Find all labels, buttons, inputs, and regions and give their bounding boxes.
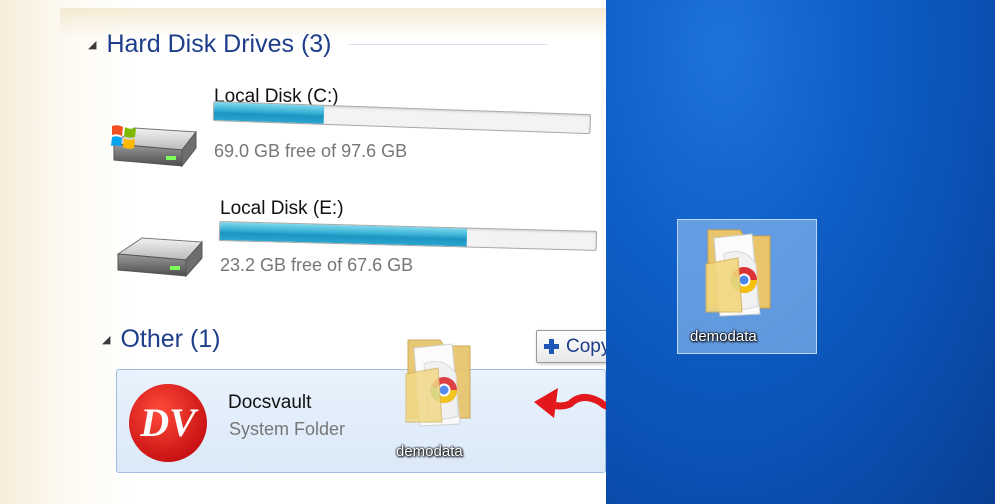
group-title: Hard Disk Drives (3) — [106, 30, 332, 58]
desktop-folder-label: demodata — [690, 328, 757, 345]
drive-usage-bar — [212, 101, 592, 135]
drive-free-space: 23.2 GB free of 67.6 GB — [220, 255, 414, 275]
drive-free-space: 69.0 GB free of 97.6 GB — [214, 141, 408, 161]
dragged-folder-icon — [405, 339, 471, 427]
dragged-folder-label: demodata — [396, 443, 463, 460]
group-divider — [347, 44, 548, 45]
item-subtitle: System Folder — [229, 419, 346, 439]
collapse-triangle-icon[interactable]: ◢ — [102, 333, 110, 346]
hard-drive-windows-icon — [111, 125, 197, 168]
docsvault-logo-icon: DV — [129, 384, 207, 462]
explorer-window: ◢ Hard Disk Drives (3) Local Disk (C:) 6… — [0, 0, 712, 504]
drive-usage-bar — [218, 221, 598, 251]
group-header-other[interactable]: ◢ Other (1) — [102, 325, 221, 354]
item-name: Docsvault — [228, 392, 312, 413]
drive-usage-fill — [213, 102, 325, 124]
drive-name: Local Disk (E:) — [220, 198, 344, 219]
copy-label: Copy — [566, 335, 611, 357]
hard-drive-icon — [116, 237, 204, 278]
drive-usage-fill — [219, 222, 468, 247]
group-header-hard-disk-drives[interactable]: ◢ Hard Disk Drives (3) — [88, 30, 548, 59]
group-title: Other (1) — [120, 325, 221, 353]
collapse-triangle-icon[interactable]: ◢ — [88, 38, 96, 51]
plus-icon — [544, 339, 559, 354]
docsvault-logo-text: DV — [139, 400, 199, 445]
folder-icon — [705, 229, 771, 317]
desktop-folder-demodata[interactable]: demodata — [677, 219, 817, 354]
